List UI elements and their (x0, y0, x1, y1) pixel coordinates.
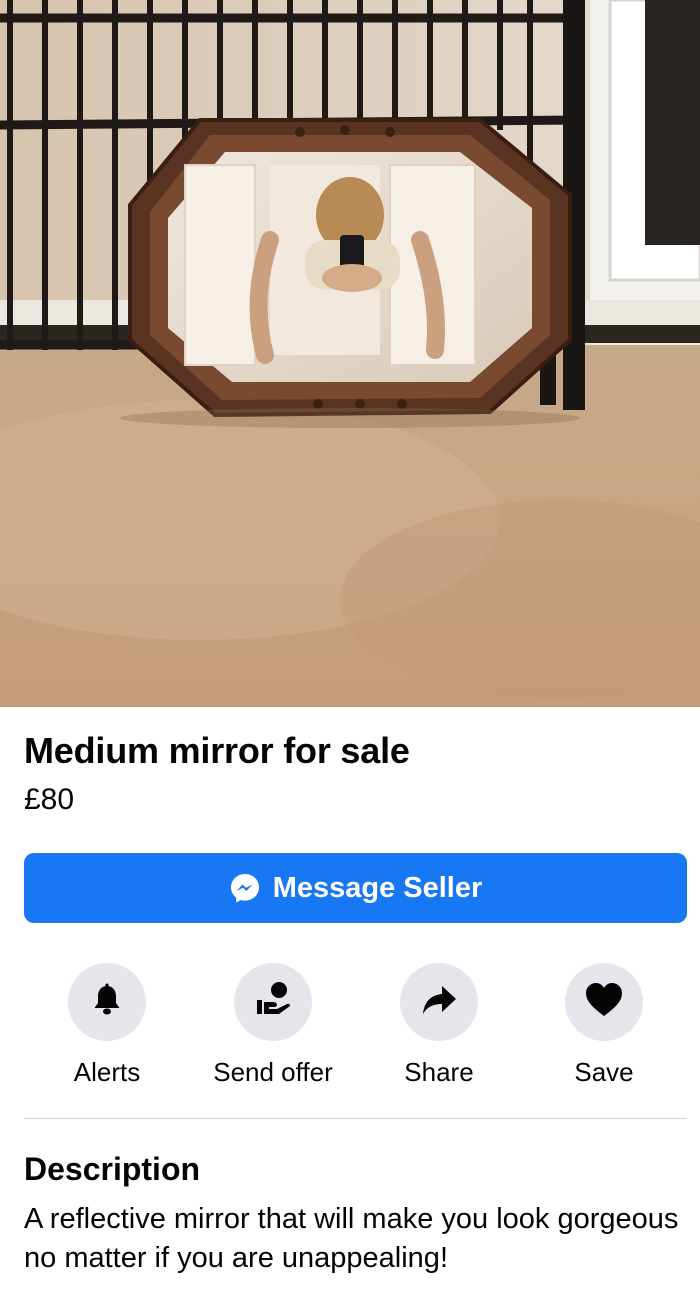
share-label: Share (404, 1057, 474, 1087)
save-button[interactable]: Save (521, 963, 687, 1088)
alerts-label: Alerts (73, 1057, 141, 1087)
share-arrow-icon (420, 981, 458, 1024)
save-label: Save (574, 1057, 634, 1087)
message-seller-label: Message Seller (272, 871, 483, 904)
description-heading: Description (24, 1151, 201, 1187)
share-icon-circle (400, 963, 478, 1041)
alerts-button[interactable]: Alerts (24, 963, 190, 1088)
send-offer-label: Send offer (213, 1057, 333, 1087)
heart-icon (584, 980, 624, 1025)
mirror-photo-illustration (0, 0, 700, 707)
bell-icon (89, 982, 125, 1023)
alerts-icon-circle (68, 963, 146, 1041)
save-icon-circle (565, 963, 643, 1041)
listing-title: Medium mirror for sale (24, 730, 410, 771)
messenger-icon (229, 872, 261, 904)
listing-photo[interactable] (0, 0, 700, 707)
send-offer-icon (253, 980, 293, 1025)
section-divider (24, 1118, 687, 1119)
description-text: A reflective mirror that will make you l… (24, 1203, 679, 1274)
listing-actions: Alerts Send offer Share Save (24, 963, 687, 1093)
send-offer-icon-circle (234, 963, 312, 1041)
listing-price: £80 (24, 783, 75, 816)
send-offer-button[interactable]: Send offer (190, 963, 356, 1088)
share-button[interactable]: Share (356, 963, 522, 1088)
message-seller-button[interactable]: Message Seller (24, 853, 687, 923)
